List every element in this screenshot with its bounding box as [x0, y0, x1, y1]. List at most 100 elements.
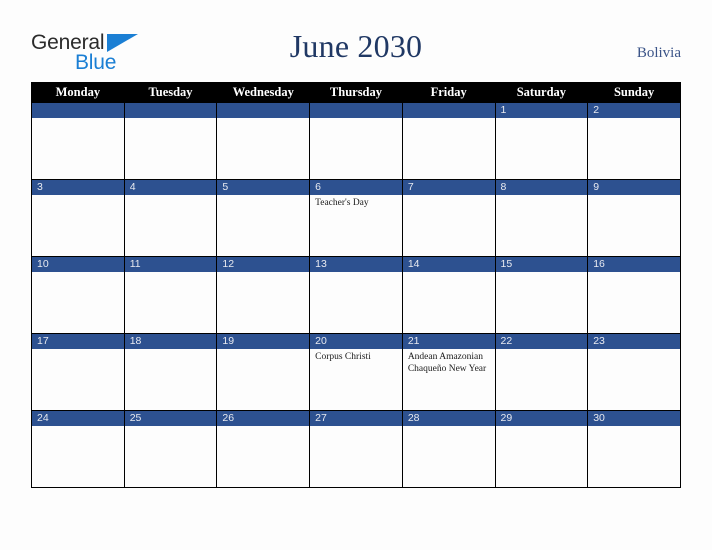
calendar-day-cell[interactable]: 12 [216, 256, 311, 334]
day-cell-inner: 24 [32, 411, 124, 487]
day-number: 6 [310, 180, 402, 195]
calendar-day-cell[interactable]: 4 [123, 179, 218, 257]
calendar-day-cell[interactable]: 24 [31, 410, 125, 488]
day-cell-inner: 27 [310, 411, 402, 487]
calendar-table: Monday Tuesday Wednesday Thursday Friday Satu… [31, 82, 681, 488]
day-number: 9 [588, 180, 680, 195]
calendar-day-cell[interactable]: 22 [494, 333, 589, 411]
event-label: Corpus Christi [315, 352, 371, 362]
page-header: General Blue June 2030 Bolivia [0, 0, 712, 82]
calendar-day-cell[interactable]: 28 [401, 410, 496, 488]
day-cell-inner: 3 [32, 180, 124, 256]
calendar-day-cell[interactable]: 20 Corpus Christi [309, 333, 403, 411]
day-cell-inner: 14 [402, 257, 495, 333]
page-title: June 2030 [289, 28, 423, 64]
day-number: 5 [217, 180, 310, 195]
calendar-body: 1 2 3 4 5 6 Teacher's Day 7 8 9 10 11 12 13 14 15 16 17 18… [31, 102, 681, 488]
day-cell-inner: 26 [217, 411, 310, 487]
day-number [124, 103, 217, 118]
day-cell-inner: 10 [32, 257, 124, 333]
day-cell-inner: 22 [495, 334, 588, 410]
day-cell-inner: 28 [402, 411, 495, 487]
day-cell-inner: 13 [310, 257, 402, 333]
day-cell-inner: 19 [217, 334, 310, 410]
day-cell-inner: 2 [588, 103, 680, 179]
calendar-day-cell[interactable]: 2 [587, 102, 681, 180]
day-events: Andean Amazonian Chaqueño New Year [403, 349, 495, 376]
day-number: 27 [310, 411, 402, 426]
calendar-day-cell[interactable]: 8 [494, 179, 589, 257]
day-number: 10 [32, 257, 124, 272]
calendar-day-cell[interactable]: 27 [309, 410, 403, 488]
calendar-day-cell[interactable]: 25 [123, 410, 218, 488]
day-cell-inner: 16 [588, 257, 680, 333]
day-number: 15 [495, 257, 588, 272]
calendar-empty-cell [216, 102, 311, 180]
day-cell-inner: 8 [495, 180, 588, 256]
day-events: Corpus Christi [310, 349, 402, 365]
day-number: 12 [217, 257, 310, 272]
calendar-empty-cell [31, 102, 125, 180]
calendar-weekday-header-monday: Monday [31, 82, 125, 103]
day-number: 20 [310, 334, 402, 349]
calendar-empty-cell [123, 102, 218, 180]
day-cell-inner: 6 Teacher's Day [310, 180, 402, 256]
day-cell-inner [310, 103, 402, 179]
calendar-day-cell[interactable]: 6 Teacher's Day [309, 179, 403, 257]
calendar-day-cell[interactable]: 19 [216, 333, 311, 411]
day-cell-inner: 5 [217, 180, 310, 256]
day-cell-inner: 18 [124, 334, 217, 410]
calendar-day-cell[interactable]: 10 [31, 256, 125, 334]
day-cell-inner: 15 [495, 257, 588, 333]
calendar-day-cell[interactable]: 11 [123, 256, 218, 334]
calendar-day-cell[interactable]: 23 [587, 333, 681, 411]
day-cell-inner: 9 [588, 180, 680, 256]
calendar-day-cell[interactable]: 17 [31, 333, 125, 411]
day-cell-inner [217, 103, 310, 179]
day-cell-inner [402, 103, 495, 179]
day-number [32, 103, 124, 118]
calendar-weekday-header-wednesday: Wednesday [216, 82, 311, 103]
calendar-day-cell[interactable]: 29 [494, 410, 589, 488]
day-events: Teacher's Day [310, 195, 402, 211]
day-number: 18 [124, 334, 217, 349]
day-number [402, 103, 495, 118]
calendar-day-cell[interactable]: 5 [216, 179, 311, 257]
calendar-day-cell[interactable]: 14 [401, 256, 496, 334]
calendar-weekday-header-sunday: Sunday [587, 82, 681, 103]
calendar-empty-cell [401, 102, 496, 180]
calendar-week-row: 3 4 5 6 Teacher's Day 7 8 9 [31, 179, 681, 257]
day-number: 29 [495, 411, 588, 426]
day-cell-inner: 29 [495, 411, 588, 487]
day-number: 2 [588, 103, 680, 118]
calendar-day-cell[interactable]: 3 [31, 179, 125, 257]
day-number: 16 [588, 257, 680, 272]
calendar-day-cell[interactable]: 16 [587, 256, 681, 334]
calendar-day-cell[interactable]: 7 [401, 179, 496, 257]
day-number: 4 [124, 180, 217, 195]
event-label: Andean Amazonian Chaqueño New Year [407, 352, 487, 374]
calendar-week-row: 12 [31, 102, 681, 180]
day-number: 26 [217, 411, 310, 426]
calendar-day-cell[interactable]: 1 [494, 102, 589, 180]
calendar-day-cell[interactable]: 18 [123, 333, 218, 411]
day-number: 7 [402, 180, 495, 195]
calendar-day-cell[interactable]: 26 [216, 410, 311, 488]
day-number: 11 [124, 257, 217, 272]
day-number [310, 103, 402, 118]
calendar-empty-cell [309, 102, 403, 180]
calendar-week-row: 24 25 26 27 28 29 30 [31, 410, 681, 488]
day-cell-inner: 4 [124, 180, 217, 256]
day-number: 17 [32, 334, 124, 349]
calendar-day-cell[interactable]: 15 [494, 256, 589, 334]
day-number: 23 [588, 334, 680, 349]
day-number: 19 [217, 334, 310, 349]
calendar-day-cell[interactable]: 13 [309, 256, 403, 334]
day-cell-inner: 1 [495, 103, 588, 179]
day-cell-inner: 11 [124, 257, 217, 333]
day-number: 25 [124, 411, 217, 426]
calendar-day-cell[interactable]: 30 [587, 410, 681, 488]
calendar-day-cell[interactable]: 9 [587, 179, 681, 257]
calendar-weekday-header-friday: Friday [401, 82, 496, 103]
calendar-day-cell[interactable]: 21 Andean Amazonian Chaqueño New Year [401, 333, 496, 411]
